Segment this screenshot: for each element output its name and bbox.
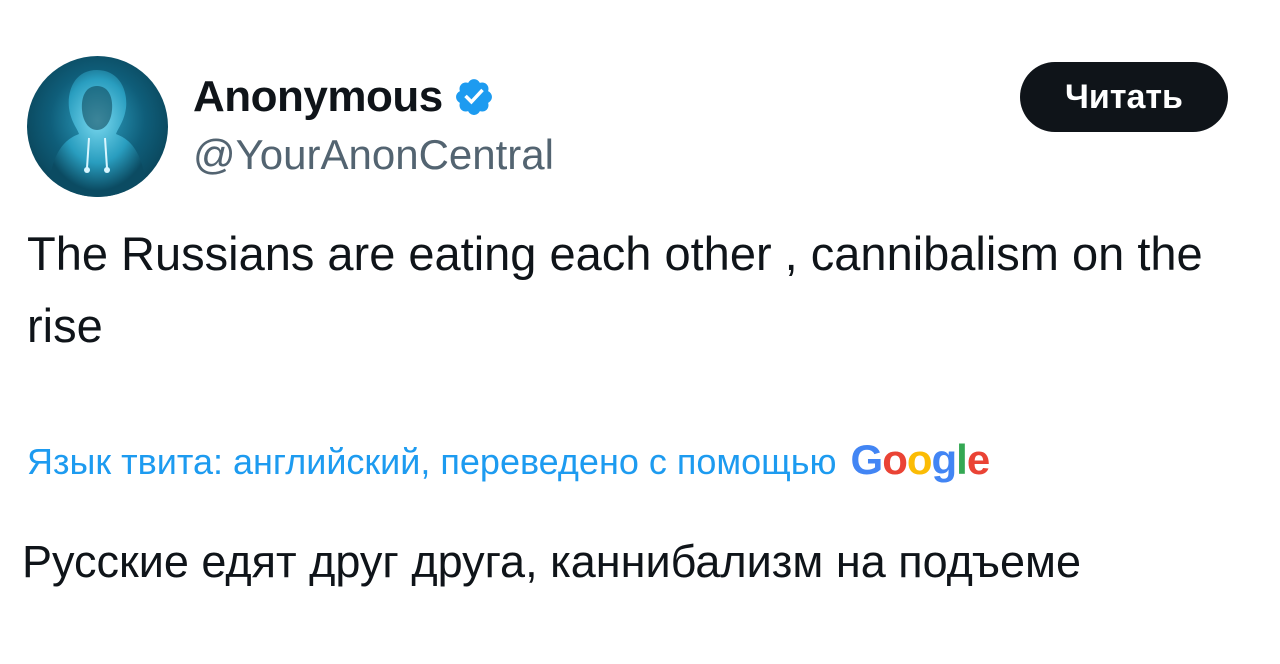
google-letter-g: G [850,436,884,483]
follow-button[interactable]: Читать [1020,62,1228,132]
hooded-figure-icon [47,70,148,197]
google-letter-l: l [956,436,968,483]
google-logo: Google [850,436,991,484]
author-avatar[interactable] [27,56,168,197]
google-letter-e: e [966,436,990,483]
google-letter-o1: o [882,436,908,483]
translation-notice[interactable]: Язык твита: английский, переведено с пом… [27,436,991,484]
verified-badge-icon[interactable] [453,76,495,118]
author-handle[interactable]: @YourAnonCentral [193,131,554,179]
tweet-card: Anonymous @YourAnonCentral Читать The Ru… [0,0,1280,664]
google-letter-o2: o [906,436,933,483]
tweet-text: The Russians are eating each other , can… [27,227,1203,352]
translation-notice-text[interactable]: Язык твита: английский, переведено с пом… [27,441,837,483]
google-letter-g2: g [931,436,958,483]
display-name-text[interactable]: Anonymous [193,72,443,122]
translated-tweet-text: Русские едят друг друга, каннибализм на … [22,536,1082,587]
author-display-name[interactable]: Anonymous [193,72,495,122]
